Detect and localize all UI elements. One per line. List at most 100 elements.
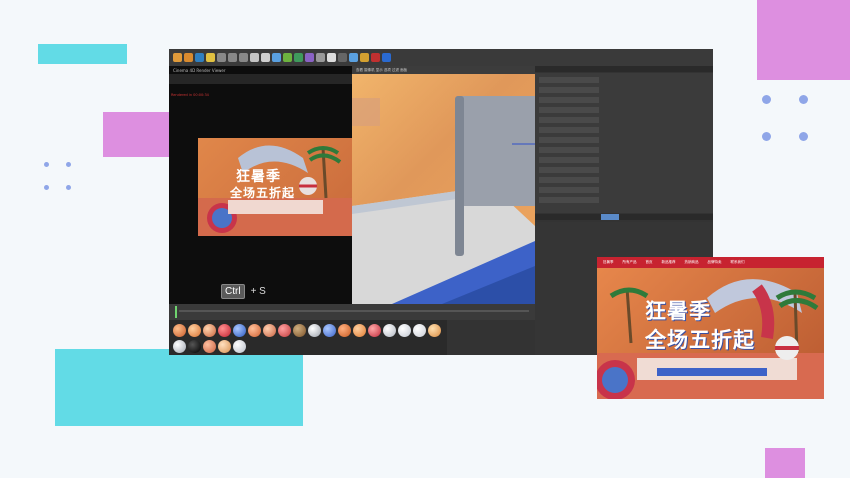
nav-item-home[interactable]: 首页 — [646, 260, 653, 265]
banner-nav-bar: 狂暑季 所有产品 首页 新品推荐 热销商品 品牌特卖 联系我们 — [597, 257, 824, 268]
nav-item-new[interactable]: 新品推荐 — [662, 260, 676, 265]
object-row[interactable] — [539, 97, 599, 103]
viewport-menu[interactable]: 查看 摄像机 显示 选项 过滤 面板 — [352, 66, 535, 74]
scale-tool-icon[interactable] — [184, 53, 193, 62]
shortcut-combo: + S — [250, 286, 266, 297]
dot — [762, 95, 771, 104]
camera-icon[interactable] — [338, 53, 347, 62]
material-manager — [169, 320, 535, 355]
nav-item-brand[interactable]: 品牌特卖 — [708, 260, 722, 265]
object-row[interactable] — [539, 137, 599, 143]
material-swatch[interactable] — [203, 340, 216, 353]
material-swatch[interactable] — [173, 340, 186, 353]
light-icon[interactable] — [327, 53, 336, 62]
object-row[interactable] — [539, 147, 599, 153]
object-row[interactable] — [539, 167, 599, 173]
material-swatch[interactable] — [308, 324, 321, 337]
render-preview-image: 狂暑季 全场五折起 — [198, 138, 352, 236]
render-window-title: Cinema 4D Render Viewer — [173, 68, 226, 73]
material-swatch[interactable] — [428, 324, 441, 337]
move-tool-icon[interactable] — [173, 53, 182, 62]
render-settings-icon[interactable] — [261, 53, 270, 62]
object-row[interactable] — [539, 177, 599, 183]
axis-x-icon[interactable] — [217, 53, 226, 62]
material-swatch[interactable] — [413, 324, 426, 337]
sculpt-icon[interactable] — [360, 53, 369, 62]
coordinates-panel[interactable] — [447, 320, 535, 355]
render-view-panel: Cinema 4D Render Viewer Rendered in 00:0… — [169, 66, 352, 304]
object-list[interactable] — [535, 73, 713, 213]
object-row[interactable] — [539, 87, 599, 93]
nav-item-all-products[interactable]: 所有产品 — [623, 260, 637, 265]
mograph-icon[interactable] — [371, 53, 380, 62]
material-swatch[interactable] — [278, 324, 291, 337]
character-icon[interactable] — [382, 53, 391, 62]
dot — [799, 132, 808, 141]
nurbs-icon[interactable] — [294, 53, 303, 62]
scene-icon[interactable] — [316, 53, 325, 62]
nav-item-contact[interactable]: 联系我们 — [731, 260, 745, 265]
timeline[interactable] — [169, 304, 535, 320]
spline-icon[interactable] — [283, 53, 292, 62]
timeline-playhead[interactable] — [175, 306, 177, 318]
material-swatch[interactable] — [233, 324, 246, 337]
material-swatch[interactable] — [263, 324, 276, 337]
dot — [66, 162, 71, 167]
material-swatch[interactable] — [248, 324, 261, 337]
dot — [44, 162, 49, 167]
material-swatch[interactable] — [188, 340, 201, 353]
3d-viewport[interactable]: 查看 摄像机 显示 选项 过滤 面板 — [352, 66, 535, 304]
render-banner-line1: 狂暑季 — [236, 169, 281, 185]
material-swatch[interactable] — [188, 324, 201, 337]
timeline-track[interactable] — [179, 310, 529, 312]
material-swatch[interactable] — [218, 340, 231, 353]
attribute-tabs[interactable] — [535, 214, 713, 220]
dot — [799, 95, 808, 104]
object-row[interactable] — [539, 157, 599, 163]
render-info-line: Rendered in 00:00:34 — [171, 93, 209, 97]
cube-icon[interactable] — [272, 53, 281, 62]
dot — [44, 185, 49, 190]
object-row[interactable] — [539, 77, 599, 83]
nav-item-logo[interactable]: 狂暑季 — [603, 260, 614, 265]
rotate-tool-icon[interactable] — [195, 53, 204, 62]
material-icon[interactable] — [349, 53, 358, 62]
material-swatch[interactable] — [233, 340, 246, 353]
keyboard-shortcut-hint: Ctrl + S — [221, 284, 266, 299]
material-swatch[interactable] — [173, 324, 186, 337]
material-swatch[interactable] — [218, 324, 231, 337]
material-swatch[interactable] — [338, 324, 351, 337]
banner-card-line2: 全场五折起 — [645, 328, 755, 352]
axis-y-icon[interactable] — [228, 53, 237, 62]
material-swatch[interactable] — [203, 324, 216, 337]
material-swatch[interactable] — [368, 324, 381, 337]
select-tool-icon[interactable] — [206, 53, 215, 62]
axis-z-icon[interactable] — [239, 53, 248, 62]
material-swatch[interactable] — [353, 324, 366, 337]
render-banner-line2: 全场五折起 — [230, 186, 296, 200]
render-icon[interactable] — [250, 53, 259, 62]
object-row[interactable] — [539, 107, 599, 113]
deformer-icon[interactable] — [305, 53, 314, 62]
teal-block-bottom — [55, 349, 303, 426]
material-swatch[interactable] — [323, 324, 336, 337]
banner-result-card: 狂暑季 所有产品 首页 新品推荐 热销商品 品牌特卖 联系我们 狂暑季 全场五折… — [597, 257, 824, 399]
material-swatch[interactable] — [293, 324, 306, 337]
object-row[interactable] — [539, 127, 599, 133]
pink-block-bottom-right — [765, 448, 805, 478]
attribute-tab-active[interactable] — [601, 214, 619, 220]
banner-card-line1: 狂暑季 — [645, 299, 711, 323]
material-swatch[interactable] — [398, 324, 411, 337]
object-row[interactable] — [539, 197, 599, 203]
pink-block-top-right — [757, 0, 850, 80]
object-manager-header — [535, 66, 713, 72]
render-toolbar — [169, 74, 352, 84]
viewport-scene — [352, 96, 535, 304]
nav-item-hot[interactable]: 热销商品 — [685, 260, 699, 265]
teal-bar-top — [38, 44, 127, 64]
object-row[interactable] — [539, 187, 599, 193]
material-swatch[interactable] — [383, 324, 396, 337]
object-row[interactable] — [539, 117, 599, 123]
dot — [66, 185, 71, 190]
main-toolbar — [169, 49, 713, 66]
